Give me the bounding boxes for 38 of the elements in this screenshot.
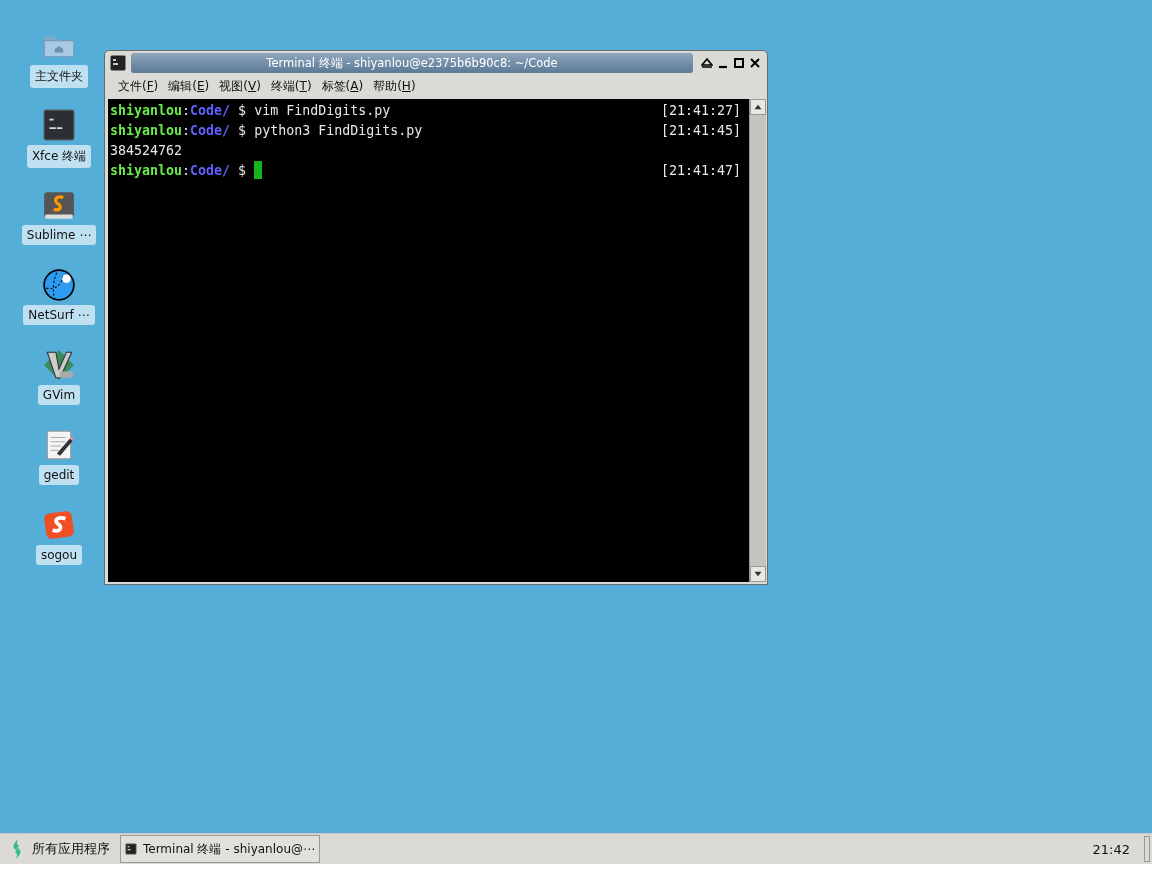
terminal-icon[interactable] [42, 108, 76, 142]
desktop-icon-label[interactable]: GVim [37, 385, 81, 405]
scrollbar[interactable] [749, 99, 766, 582]
menu-item[interactable]: 终端(T) [265, 76, 317, 97]
window-title: Terminal 终端 - shiyanlou@e2375b6b90c8: ~/Code [266, 55, 558, 71]
desktop-icon-label[interactable]: NetSurf ⋯ [23, 305, 95, 325]
timestamp: [21:41:47] [660, 162, 741, 178]
s-logo-icon[interactable] [42, 508, 76, 542]
desktop-icon-label[interactable]: 主文件夹 [30, 65, 88, 88]
desktop-icon-label[interactable]: Sublime ⋯ [21, 225, 97, 245]
terminal-line: 384524762 [110, 142, 183, 158]
menu-item[interactable]: 标签(A) [316, 76, 369, 97]
terminal-line: shiyanlou:Code/ $ [110, 162, 248, 178]
maximize-button[interactable] [733, 57, 745, 69]
terminal-line: shiyanlou:Code/ $ python3 FindDigits.py [110, 122, 423, 138]
start-menu-button[interactable]: 所有应用程序 [6, 836, 114, 862]
scroll-up-button[interactable] [750, 99, 766, 115]
panel-handle[interactable] [1144, 836, 1150, 862]
vim-icon[interactable] [42, 348, 76, 382]
taskbar-button[interactable]: Terminal 终端 - shiyanlou@⋯ [120, 835, 320, 863]
terminal-icon [109, 54, 127, 72]
globe-icon[interactable] [42, 268, 76, 302]
clock: 21:42 [1092, 841, 1130, 857]
menu-item[interactable]: 文件(F) [113, 76, 164, 97]
timestamp: [21:41:45] [660, 122, 741, 138]
desktop-icon-label[interactable]: sogou [35, 545, 83, 565]
desktop-icon-label[interactable]: gedit [38, 465, 80, 485]
terminal-area[interactable]: shiyanlou:Code/ $ vim FindDigits.py [21:41:27] shiyanlou:Code/ $ python3 FindDigits.py [21:41:45] 384524762 shiyanlou:Code/ $ [21:41:47] [108, 99, 749, 582]
scroll-down-button[interactable] [750, 566, 766, 582]
menu-item[interactable]: 帮助(H) [368, 76, 421, 97]
desktop-icon-label[interactable]: Xfce 终端 [26, 145, 92, 168]
menu-item[interactable]: 视图(V) [214, 76, 266, 97]
shade-button[interactable] [701, 57, 713, 69]
close-button[interactable] [749, 57, 761, 69]
timestamp: [21:41:27] [660, 102, 741, 118]
terminal-icon [125, 841, 137, 857]
menu-item[interactable]: 编辑(E) [163, 76, 215, 97]
terminal-line: shiyanlou:Code/ $ vim FindDigits.py [110, 102, 391, 118]
